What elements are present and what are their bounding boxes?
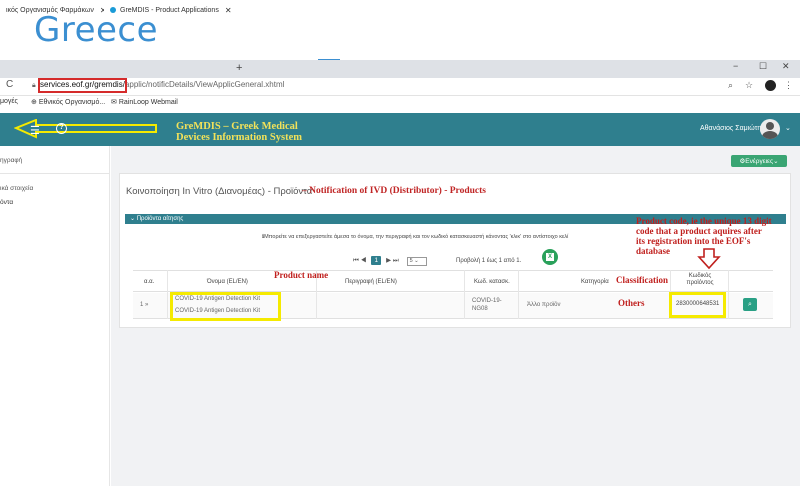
column-header[interactable]: Κατηγορία: [581, 279, 609, 285]
sidebar-divider: [0, 173, 110, 174]
star-icon[interactable]: ☆: [745, 80, 753, 91]
down-arrow-icon: [697, 248, 721, 270]
menu-icon[interactable]: ⋮: [784, 80, 793, 91]
paginator: ⏮ ◀ 1 ▶ ⏭ 5 ⌄: [353, 256, 427, 266]
search-icon[interactable]: ⌕: [743, 298, 757, 311]
row-index[interactable]: 1 »: [140, 302, 148, 308]
bookmark-item[interactable]: μογές: [0, 98, 18, 105]
url-highlight-box: [38, 78, 127, 93]
minimize-button[interactable]: −: [733, 61, 738, 71]
maximize-button[interactable]: ☐: [759, 61, 767, 72]
zoom-icon[interactable]: ⌕: [728, 80, 733, 91]
lock-icon[interactable]: 🔒︎: [32, 82, 36, 90]
column-divider: [518, 270, 519, 319]
pager-info: Προβολή 1 έως 1 από 1.: [456, 258, 522, 264]
chevron-down-icon: ⌄: [130, 216, 137, 222]
current-page[interactable]: 1: [371, 256, 382, 265]
annotation-others: Others: [618, 298, 645, 308]
actions-button[interactable]: ⚙ Ενέργειες ⌄: [731, 155, 787, 167]
sidebar-item-products[interactable]: όντα: [0, 199, 13, 206]
user-name[interactable]: Αθανάσιος Σαμιώτης: [700, 125, 765, 132]
annotation-classification: Classification: [616, 275, 669, 285]
manufacturer-code[interactable]: NG08: [472, 306, 488, 312]
new-tab-button[interactable]: +: [236, 62, 242, 74]
user-avatar[interactable]: [760, 119, 780, 139]
page-size-select[interactable]: 5 ⌄: [406, 257, 427, 266]
prev-page-icon[interactable]: ◀: [361, 257, 367, 264]
browser-tab-eof[interactable]: ικός Οργανισμός Φαρμάκων ✕: [0, 2, 113, 18]
browser-tab-gremdis[interactable]: GreMDIS - Product Applications ✕: [104, 2, 238, 18]
sidebar-item-description[interactable]: ηγραφή: [0, 157, 22, 164]
sidebar: [0, 146, 110, 486]
slide: Greece ικός Οργανισμός Φαρμάκων ✕ GreMDI…: [0, 0, 800, 486]
column-header[interactable]: Κωδ. κατασκ.: [474, 279, 510, 285]
manufacturer-code[interactable]: COVID-19-: [472, 298, 502, 304]
excel-export-button[interactable]: X: [542, 249, 558, 265]
reload-icon[interactable]: C: [6, 79, 13, 90]
globe-icon: ⊕: [31, 99, 39, 106]
app-title: GreMDIS – Greek Medical Devices Informat…: [176, 121, 302, 143]
last-page-icon[interactable]: ⏭: [393, 257, 399, 264]
rainloop-icon: ✉: [111, 99, 119, 106]
next-page-icon[interactable]: ▶: [386, 257, 391, 264]
favicon-icon: [110, 7, 116, 13]
excel-icon: X: [546, 253, 554, 261]
info-text: ℹΜπορείτε να επεξεργαστείτε άμεσα το όνο…: [262, 234, 569, 240]
annotation-product-name: Product name: [274, 270, 329, 280]
column-header[interactable]: Όνομα (EL/EN): [207, 279, 248, 285]
product-name-highlight: [170, 292, 281, 321]
bookmark-item[interactable]: ✉ RainLoop Webmail: [111, 98, 178, 106]
tab-label: ικός Οργανισμός Φαρμάκων: [6, 6, 94, 14]
close-window-button[interactable]: ✕: [782, 61, 790, 72]
sidebar-item-details[interactable]: ικά στοιχεία: [0, 185, 33, 192]
first-page-icon[interactable]: ⏮: [353, 257, 359, 264]
chevron-down-icon: ⌄: [773, 158, 779, 165]
page-heading: Κοινοποίηση In Vitro (Διανομέας) - Προϊό…: [126, 186, 313, 197]
column-header[interactable]: α.α.: [144, 279, 154, 285]
profile-icon[interactable]: [765, 80, 776, 91]
product-code-highlight: [669, 292, 726, 318]
chevron-down-icon[interactable]: ⌄: [785, 124, 791, 132]
heading-annotation: – Notification of IVD (Distributor) - Pr…: [302, 186, 486, 196]
tab-label: GreMDIS - Product Applications: [120, 6, 219, 14]
column-header[interactable]: Κωδικός προϊόντος: [683, 273, 717, 287]
browser-tab-bar: [0, 60, 800, 78]
column-divider: [464, 270, 465, 319]
url-path: applic/notificDetails/ViewApplicGeneral.…: [124, 80, 285, 89]
category: Άλλο προϊόν: [527, 302, 561, 308]
panel-title[interactable]: ⌄ Προϊόντα αίτησης: [130, 215, 183, 222]
column-divider: [728, 270, 729, 319]
close-icon[interactable]: ✕: [225, 6, 232, 15]
column-header[interactable]: Περιγραφή (EL/EN): [345, 279, 397, 285]
column-divider: [167, 270, 168, 319]
bookmark-item[interactable]: ⊕ Εθνικός Οργανισμό...: [31, 98, 105, 106]
hamburger-menu-icon[interactable]: ☰: [30, 124, 40, 137]
help-icon[interactable]: ?: [56, 123, 67, 134]
